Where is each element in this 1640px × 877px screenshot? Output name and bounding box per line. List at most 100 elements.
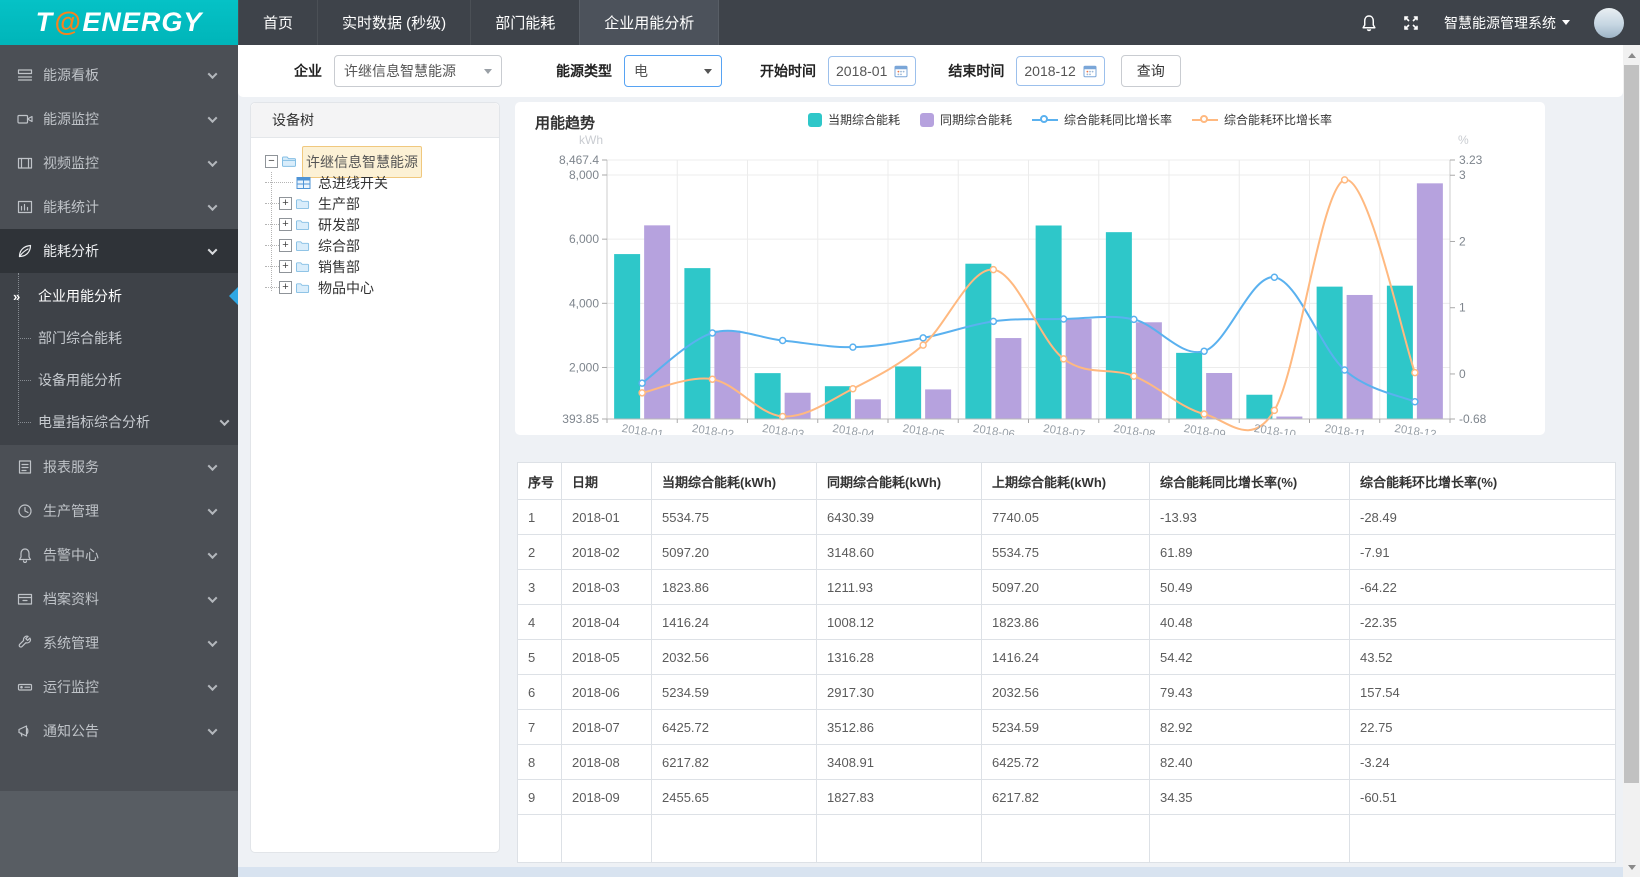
avatar[interactable] [1594, 7, 1624, 38]
tree-expand-toggle[interactable]: + [279, 197, 292, 210]
table-row-3: 3 2018-03 1823.86 1211.93 5097.20 50.49 -64.22 [517, 569, 1616, 605]
sidebar-subitem-4-2[interactable]: 设备用能分析 [0, 359, 238, 401]
top-nav: 首页 实时数据 (秒级) 部门能耗 企业用能分析 [238, 0, 720, 45]
top-tab-2[interactable]: 部门能耗 [470, 0, 579, 45]
tree-expand-toggle[interactable]: + [279, 239, 292, 252]
chevron-down-icon [484, 68, 492, 74]
svg-text:2: 2 [1459, 234, 1466, 248]
tree-expand-toggle[interactable]: + [279, 260, 292, 273]
folder-open-icon [281, 154, 298, 169]
sidebar-item-4[interactable]: 能耗分析 [0, 229, 238, 273]
table-header-cell-2: 当期综合能耗(kWh) [651, 462, 817, 500]
legend-item-yoy-growth[interactable]: 综合能耗同比增长率 [1032, 111, 1172, 128]
fullscreen-icon[interactable] [1402, 14, 1420, 32]
tree-expand-toggle[interactable]: + [279, 218, 292, 231]
table-cell: 2455.65 [651, 779, 817, 815]
table-cell: 5234.59 [981, 709, 1150, 745]
legend-item-current-energy[interactable]: 当期综合能耗 [807, 111, 900, 128]
svg-text:6,000: 6,000 [569, 232, 599, 246]
sidebar-subitem-4-0[interactable]: » 企业用能分析 [0, 275, 238, 317]
data-table: 序号 日期 当期综合能耗(kWh) 同期综合能耗(kWh) 上期综合能耗(kWh) 综合能… [517, 462, 1616, 863]
table-cell: 1211.93 [816, 569, 982, 605]
chevron-down-icon [207, 592, 218, 603]
top-tab-3[interactable]: 企业用能分析 [579, 0, 720, 45]
end-date-input[interactable]: 2018-12 [1016, 56, 1105, 86]
sidebar-item-0[interactable]: 能源看板 [0, 53, 238, 97]
sidebar-subitem-4-1[interactable]: 部门综合能耗 [0, 317, 238, 359]
point-mom-growth [1059, 355, 1068, 363]
bar-current-energy [965, 263, 992, 419]
start-date-input[interactable]: 2018-01 [828, 56, 917, 86]
folder-icon [295, 281, 311, 295]
sidebar-subitem-4-3[interactable]: 电量指标综合分析 [0, 401, 238, 443]
point-mom-growth [1270, 406, 1279, 415]
table-cell: 4 [517, 604, 562, 640]
sidebar-item-1[interactable]: 能源监控 [0, 97, 238, 141]
table-cell: 1823.86 [981, 604, 1150, 640]
sidebar-item-3[interactable]: 能耗统计 [0, 185, 238, 229]
tree-root-node[interactable]: − 许继信息智慧能源 [251, 145, 493, 178]
logo-text-rest: ENERGY [82, 7, 203, 37]
dashboard-icon [16, 67, 33, 84]
chevron-down-icon [207, 112, 218, 123]
chevron-down-icon [207, 68, 218, 79]
point-yoy-growth [989, 317, 998, 326]
table-row-2: 2 2018-02 5097.20 3148.60 5534.75 61.89 -7.91 [517, 534, 1616, 570]
energy-type-select[interactable]: 电 [624, 55, 722, 87]
table-cell: 2018-07 [561, 709, 652, 745]
sidebar-item-9[interactable]: 系统管理 [0, 621, 238, 665]
legend-label: 当期综合能耗 [827, 113, 900, 127]
tree-expand-toggle[interactable]: + [279, 281, 292, 294]
tree-node-5[interactable]: + 物品中心 [251, 277, 493, 298]
chevron-down-icon [207, 200, 218, 211]
system-name: 智慧能源管理系统 [1444, 14, 1556, 31]
scroll-down-arrow[interactable] [1623, 859, 1640, 875]
enterprise-select[interactable]: 许继信息智慧能源 [334, 55, 502, 87]
table-cell: 2 [517, 534, 562, 570]
tree-line [18, 338, 31, 339]
sidebar-item-label: 档案资料 [43, 591, 99, 607]
end-time-label: 结束时间 [948, 63, 1005, 79]
camera-icon [16, 111, 33, 128]
tree-node-1[interactable]: + 生产部 [251, 193, 493, 214]
legend-item-same-period-energy[interactable]: 同期综合能耗 [919, 111, 1012, 128]
tree-node-3[interactable]: + 综合部 [251, 235, 493, 256]
svg-text:393.85: 393.85 [562, 412, 599, 426]
legend-item-mom-growth[interactable]: 综合能耗环比增长率 [1192, 111, 1332, 128]
sidebar-item-10[interactable]: 运行监控 [0, 665, 238, 709]
vertical-scroll-thumb[interactable] [1624, 65, 1639, 783]
table-cell: 61.89 [1149, 534, 1350, 570]
tree-collapse-toggle[interactable]: − [265, 155, 278, 168]
tree-node-2[interactable]: + 研发部 [251, 214, 493, 235]
table-cell: 1827.83 [816, 779, 982, 815]
tree-line [265, 287, 279, 288]
sidebar-item-2[interactable]: 视频监控 [0, 141, 238, 185]
top-tab-0[interactable]: 首页 [238, 0, 317, 45]
chevron-down-icon [207, 156, 218, 167]
query-button[interactable]: 查询 [1120, 55, 1181, 87]
svg-text:2018-09: 2018-09 [1183, 423, 1227, 435]
scroll-up-arrow[interactable] [1623, 47, 1640, 63]
horizontal-scrollbar[interactable] [238, 867, 1623, 877]
vertical-scrollbar[interactable] [1623, 45, 1640, 877]
megaphone-icon [16, 723, 33, 740]
energy-type-value: 电 [634, 63, 648, 79]
table-cell [561, 814, 652, 863]
tree-node-0[interactable]: 总进线开关 [251, 172, 493, 193]
sidebar-item-8[interactable]: 档案资料 [0, 577, 238, 621]
system-menu[interactable]: 智慧能源管理系统 [1444, 13, 1570, 33]
bell-icon[interactable] [1360, 14, 1378, 32]
sidebar-item-5[interactable]: 报表服务 [0, 445, 238, 489]
bar-same-period-energy [995, 338, 1022, 419]
top-tab-1[interactable]: 实时数据 (秒级) [317, 0, 470, 45]
table-cell: 22.75 [1349, 709, 1616, 745]
tree-node-label: 生产部 [318, 195, 360, 212]
table-cell: 1316.28 [816, 639, 982, 675]
sidebar-item-6[interactable]: 生产管理 [0, 489, 238, 533]
tree-node-4[interactable]: + 销售部 [251, 256, 493, 277]
sidebar-item-7[interactable]: 告警中心 [0, 533, 238, 577]
bar-current-energy [1246, 394, 1273, 419]
table-cell: 3 [517, 569, 562, 605]
sidebar-item-11[interactable]: 通知公告 [0, 709, 238, 753]
table-cell: -13.93 [1149, 499, 1350, 535]
